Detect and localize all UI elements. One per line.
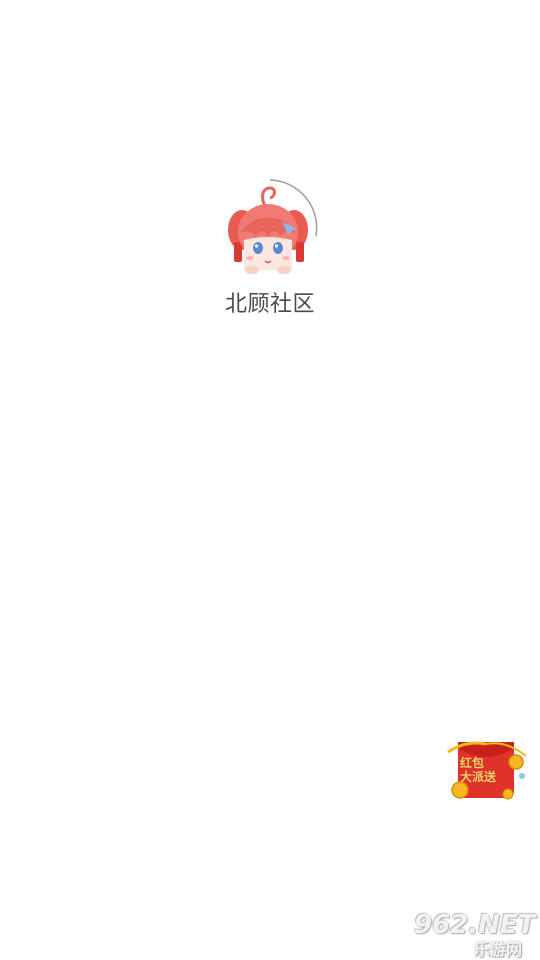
red-packet-button[interactable]: 红包 大派送 bbox=[446, 736, 530, 808]
watermark-sub: 乐游网 bbox=[474, 940, 523, 959]
red-packet-label: 红包 大派送 bbox=[460, 756, 496, 784]
splash-screen: 北顾社区 红包 大派送 962.NET 乐游网 bbox=[0, 0, 540, 960]
red-packet-label-line1: 红包 bbox=[460, 756, 485, 770]
app-name: 北顾社区 bbox=[224, 292, 315, 317]
app-logo bbox=[222, 178, 322, 274]
red-packet-label-line2: 大派送 bbox=[460, 770, 497, 784]
mascot-icon bbox=[228, 179, 318, 274]
watermark: 962.NET 乐游网 bbox=[400, 910, 536, 959]
